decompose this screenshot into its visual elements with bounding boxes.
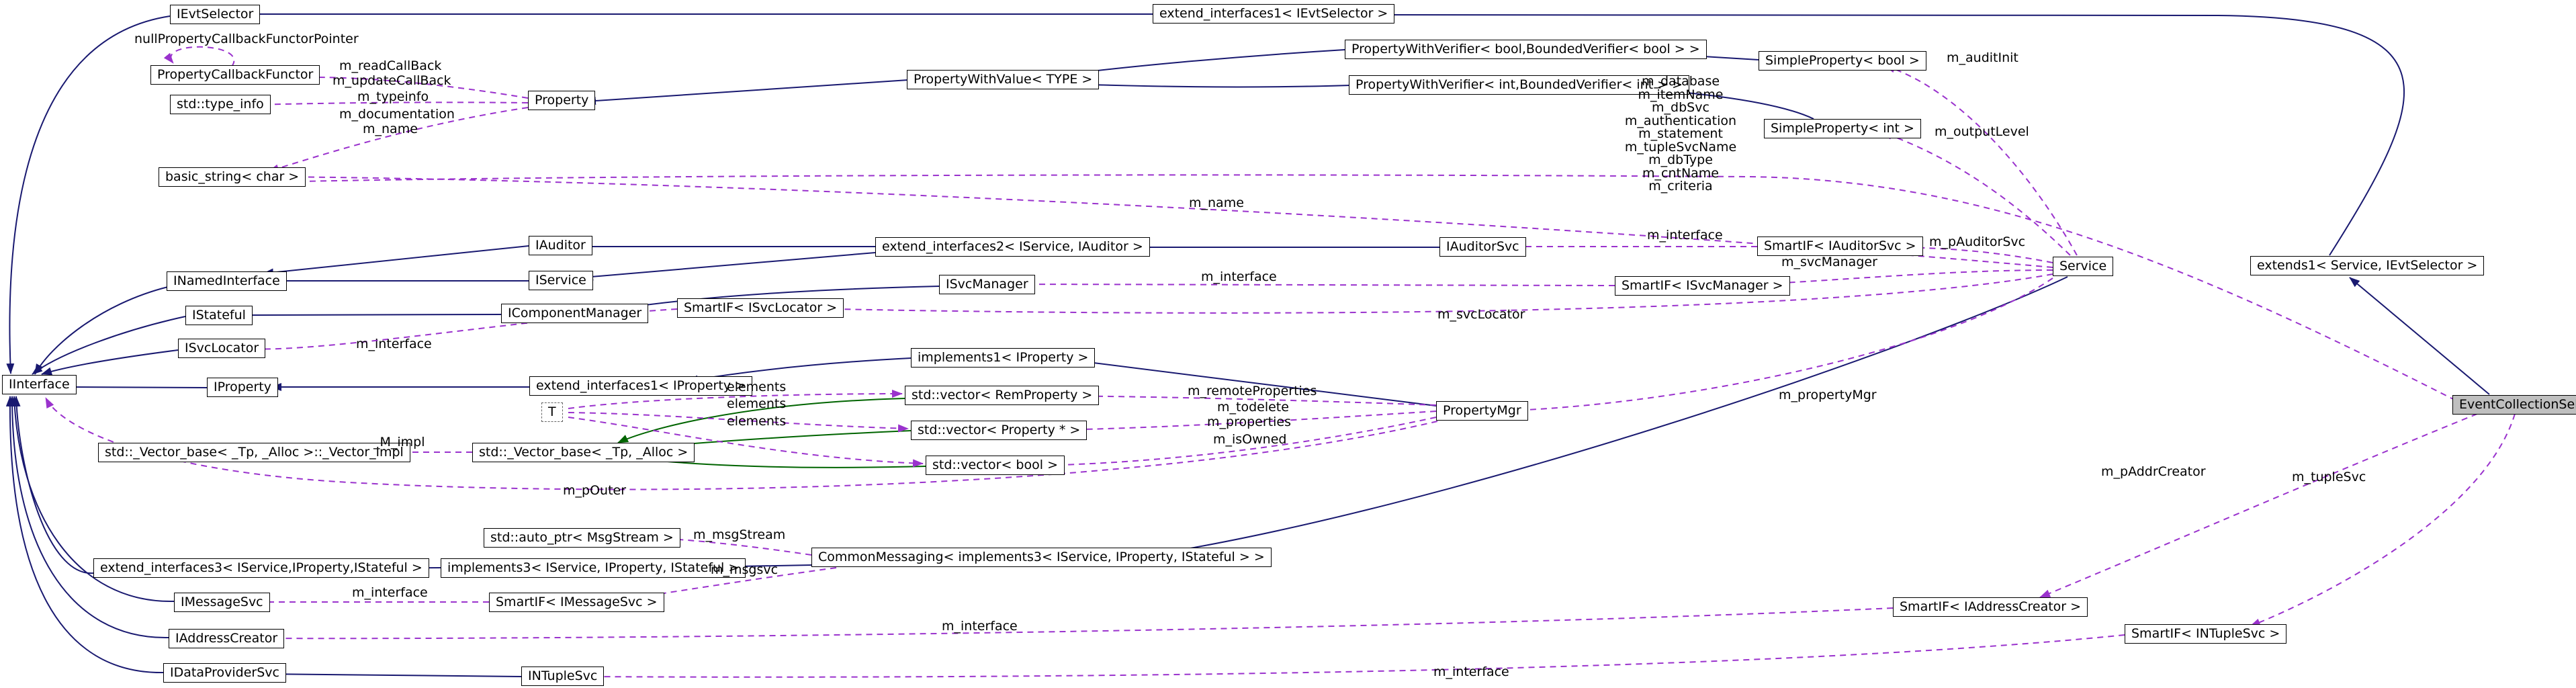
edge-label-m-criteria: m_criteria xyxy=(1620,180,1741,194)
edge-label-m-msgsvc: m_msgsvc xyxy=(711,563,778,576)
edge-label-nullpropertycallbackfunctorpointer: nullPropertyCallbackFunctorPointer xyxy=(134,32,359,46)
class-node-extends1[interactable]: extends1< Service, IEvtSelector > xyxy=(2250,256,2484,275)
edge-label-m-auditinit: m_auditInit xyxy=(1947,51,2018,64)
class-node-icomponentmanager[interactable]: IComponentManager xyxy=(501,304,648,323)
class-node-smartif-intuplesvc[interactable]: SmartIF< INTupleSvc > xyxy=(2125,624,2286,644)
edge-label-m-svcmanager: m_svcManager xyxy=(1781,255,1877,269)
edge-label-m-interface-imessagesvc: m_interface xyxy=(352,586,428,599)
edge-label-m-svclocator: m_svcLocator xyxy=(1437,308,1525,321)
class-node-iauditor[interactable]: IAuditor xyxy=(529,236,592,255)
edge-label-m-interface-iaddresscreator: m_interface xyxy=(942,619,1018,633)
class-node-vector-property-ptr[interactable]: std::vector< Property * > xyxy=(911,421,1087,440)
edge-label-m-name-service: m_name xyxy=(1189,196,1244,210)
edge-label-m-name-property: m_name xyxy=(363,122,418,136)
edge-label-m-statement: m_statement xyxy=(1620,128,1741,141)
class-node-eventcollectionselector[interactable]: EventCollectionSelector xyxy=(2452,395,2576,415)
class-node-vector-remproperty[interactable]: std::vector< RemProperty > xyxy=(905,386,1099,405)
edge-label-m-pouter: m_pOuter xyxy=(563,484,626,497)
template-param-node-T: T xyxy=(541,402,563,422)
edge-label-m-database: m_database xyxy=(1620,75,1741,89)
class-node-iinterface[interactable]: IInterface xyxy=(2,375,77,394)
class-node-inamedinterface[interactable]: INamedInterface xyxy=(167,271,287,291)
class-node-smartif-imessagesvc[interactable]: SmartIF< IMessageSvc > xyxy=(489,593,664,612)
edge-label-m-dbsvc: m_dbSvc xyxy=(1620,101,1741,115)
edge-label-m-typeinfo: m_typeinfo xyxy=(357,90,429,103)
edge-label-stack-event-collection-members: m_database m_itemName m_dbSvc m_authenti… xyxy=(1620,75,1741,194)
class-node-propertywithverifier-bool[interactable]: PropertyWithVerifier< bool,BoundedVerifi… xyxy=(1345,40,1707,59)
class-node-simpleproperty-int[interactable]: SimpleProperty< int > xyxy=(1764,119,1921,138)
class-node-iproperty[interactable]: IProperty xyxy=(207,378,278,397)
class-node-basic-string-char[interactable]: basic_string< char > xyxy=(159,167,306,187)
class-node-extend-interfaces2[interactable]: extend_interfaces2< IService, IAuditor > xyxy=(875,237,1150,257)
edge-label-m-dbtype: m_dbType xyxy=(1620,154,1741,167)
edge-label-m-remoteproperties: m_remoteProperties xyxy=(1188,384,1317,398)
class-node-extend-interfaces3[interactable]: extend_interfaces3< IService,IProperty,I… xyxy=(93,558,429,578)
edge-label-m-documentation: m_documentation xyxy=(339,108,455,121)
class-node-propertymgr[interactable]: PropertyMgr xyxy=(1436,401,1528,421)
edge-label-m-todelete: m_todelete xyxy=(1217,400,1289,414)
class-node-service[interactable]: Service xyxy=(2053,257,2113,276)
class-node-iservice[interactable]: IService xyxy=(529,271,593,290)
edge-label-m-interface-isvcmanager: m_interface xyxy=(1201,270,1277,284)
edge-label-m-outputlevel: m_outputLevel xyxy=(1935,125,2029,138)
class-node-propertycallbackfunctor[interactable]: PropertyCallbackFunctor xyxy=(150,65,320,85)
edge-label-m-msgstream: m_msgStream xyxy=(693,528,785,542)
class-node-ievtselector[interactable]: IEvtSelector xyxy=(170,5,260,24)
edge-label-m-pauditorsvc: m_pAuditorSvc xyxy=(1929,235,2025,249)
class-node-isvclocator[interactable]: ISvcLocator xyxy=(178,339,265,358)
class-node-idataprovidersvc[interactable]: IDataProviderSvc xyxy=(163,663,286,683)
class-node-extend-interfaces1-ievtselector[interactable]: extend_interfaces1< IEvtSelector > xyxy=(1153,4,1394,24)
edge-label-m-properties: m_properties xyxy=(1207,415,1291,429)
edge-label-m-tuplesvc: m_tupleSvc xyxy=(2292,470,2366,484)
class-node-istateful[interactable]: IStateful xyxy=(185,306,253,325)
class-node-isvcmanager[interactable]: ISvcManager xyxy=(939,275,1035,294)
class-node-std-type-info[interactable]: std::type_info xyxy=(170,95,271,114)
class-node-vector-bool[interactable]: std::vector< bool > xyxy=(926,456,1065,475)
class-node-imessagesvc[interactable]: IMessageSvc xyxy=(174,593,270,612)
edge-label-elements-property-ptr: elements xyxy=(727,397,786,411)
class-node-implements1-iproperty[interactable]: implements1< IProperty > xyxy=(911,348,1095,368)
edge-label-m-readcallback: m_readCallBack xyxy=(339,59,441,73)
class-node-iaddresscreator[interactable]: IAddressCreator xyxy=(169,629,284,648)
class-node-property[interactable]: Property xyxy=(528,91,595,110)
edge-label-m-interface-isvclocator: m_interface xyxy=(356,337,432,351)
class-node-propertywithvalue[interactable]: PropertyWithValue< TYPE > xyxy=(907,70,1099,89)
edge-label-m-impl: _M_impl xyxy=(373,435,425,449)
edge-label-elements-remproperty: elements xyxy=(727,380,786,394)
class-node-auto-ptr-msgstream[interactable]: std::auto_ptr< MsgStream > xyxy=(484,528,680,548)
edge-label-m-interface-iauditorsvc: m_interface xyxy=(1647,228,1723,242)
collaboration-diagram: IEvtSelector extend_interfaces1< IEvtSel… xyxy=(0,0,2576,688)
class-node-smartif-isvcmanager[interactable]: SmartIF< ISvcManager > xyxy=(1615,276,1790,296)
class-node-iauditorsvc[interactable]: IAuditorSvc xyxy=(1439,237,1526,257)
class-node-smartif-iauditorsvc[interactable]: SmartIF< IAuditorSvc > xyxy=(1757,236,1923,256)
class-node-smartif-isvclocator[interactable]: SmartIF< ISvcLocator > xyxy=(677,298,844,318)
edge-label-m-isowned: m_isOwned xyxy=(1213,433,1286,446)
class-node-extend-interfaces1-iproperty[interactable]: extend_interfaces1< IProperty > xyxy=(529,376,752,396)
class-node-commonmessaging[interactable]: CommonMessaging< implements3< IService, … xyxy=(811,548,1272,567)
class-node-vector-base-impl[interactable]: std::_Vector_base< _Tp, _Alloc >::_Vecto… xyxy=(98,443,410,462)
edge-label-m-interface-intuplesvc: m_interface xyxy=(1433,665,1509,679)
class-node-implements3[interactable]: implements3< IService, IProperty, IState… xyxy=(441,558,746,578)
edge-label-m-propertymgr: m_propertyMgr xyxy=(1779,388,1877,402)
class-node-simpleproperty-bool[interactable]: SimpleProperty< bool > xyxy=(1759,51,1926,71)
edge-label-m-updatecallback: m_updateCallBack xyxy=(332,74,451,87)
class-node-vector-base[interactable]: std::_Vector_base< _Tp, _Alloc > xyxy=(472,443,695,462)
edge-label-m-paddrcreator: m_pAddrCreator xyxy=(2101,465,2206,478)
class-node-intuplesvc[interactable]: INTupleSvc xyxy=(521,666,604,686)
edge-label-elements-bool: elements xyxy=(727,415,786,428)
class-node-smartif-iaddresscreator[interactable]: SmartIF< IAddressCreator > xyxy=(1893,597,2088,617)
